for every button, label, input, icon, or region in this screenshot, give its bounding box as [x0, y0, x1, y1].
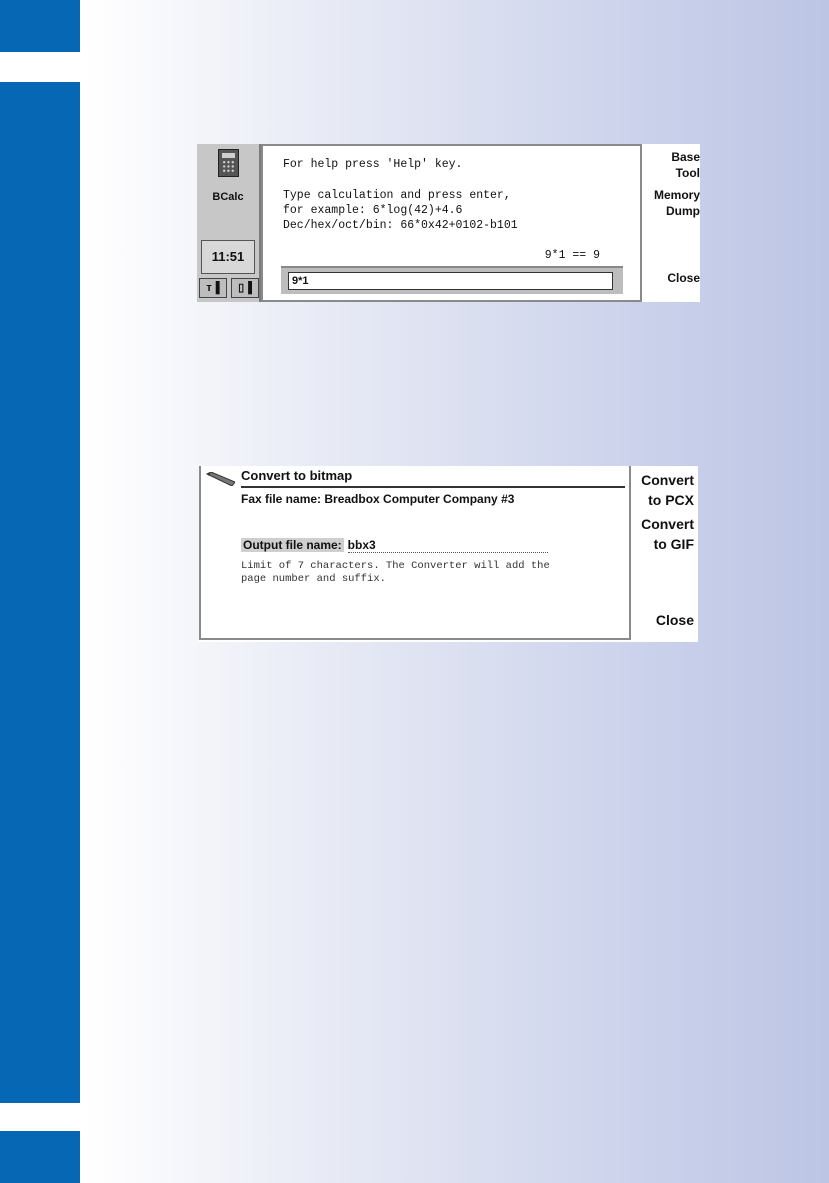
- hint-line: Limit of 7 characters. The Converter wil…: [241, 560, 550, 572]
- output-file-field[interactable]: bbx3: [347, 538, 548, 553]
- app-name: BCalc: [212, 191, 244, 203]
- convert-dialog: Convert to bitmap Fax file name: Breadbo…: [199, 466, 631, 640]
- convert-bitmap-screenshot: Convert to bitmap Fax file name: Breadbo…: [199, 466, 698, 642]
- dump-button[interactable]: Dump: [666, 204, 700, 219]
- base-button[interactable]: Base: [671, 150, 700, 165]
- calc-input[interactable]: 9*1: [288, 272, 613, 290]
- output-file-label: Output file name:: [241, 538, 344, 552]
- convert-to-gif-button[interactable]: Convert to GIF: [641, 514, 694, 554]
- side-bar: [0, 82, 80, 1103]
- side-tab-top: [0, 0, 80, 52]
- fax-file-label: Fax file name:: [241, 492, 322, 506]
- output-hint: Limit of 7 characters. The Converter wil…: [241, 560, 621, 586]
- signal-icon: ᴛ▐: [199, 278, 227, 298]
- help-line: For help press 'Help' key.: [283, 158, 463, 171]
- example-line: for example: 6*log(42)+4.6: [283, 204, 463, 217]
- base-example-line: Dec/hex/oct/bin: 66*0x42+0102-b101: [283, 219, 518, 232]
- close-button[interactable]: Close: [667, 271, 700, 286]
- status-icons: ᴛ▐ ▯▐: [197, 278, 259, 298]
- app-status-pane: BCalc 11:51 ᴛ▐ ▯▐: [197, 144, 261, 302]
- side-tab-bottom: [0, 1131, 80, 1183]
- command-bar: Convert to PCX Convert to GIF Close: [630, 466, 698, 642]
- close-button[interactable]: Close: [656, 610, 694, 630]
- calc-input-bar: 9*1: [281, 266, 623, 294]
- command-bar: Base Tool Memory Dump Close: [640, 144, 700, 302]
- bcalc-screenshot: BCalc 11:51 ᴛ▐ ▯▐ For help press 'Help' …: [197, 144, 700, 302]
- fax-file-row: Fax file name: Breadbox Computer Company…: [241, 492, 514, 506]
- calc-output-pane: For help press 'Help' key. Type calculat…: [261, 144, 642, 302]
- calc-result: 9*1 == 9: [544, 249, 600, 262]
- button-label: to PCX: [648, 492, 694, 508]
- battery-icon: ▯▐: [231, 278, 259, 298]
- pencil-icon: [205, 472, 235, 486]
- tool-button[interactable]: Tool: [676, 166, 700, 181]
- fax-file-value: Breadbox Computer Company #3: [324, 492, 515, 506]
- memory-button[interactable]: Memory: [654, 188, 700, 203]
- calculator-icon: [218, 149, 239, 177]
- convert-to-pcx-button[interactable]: Convert to PCX: [641, 470, 694, 510]
- button-label: Convert: [641, 472, 694, 488]
- output-file-row: Output file name: bbx3: [241, 538, 548, 553]
- title-divider: [241, 486, 625, 488]
- hint-line: page number and suffix.: [241, 573, 386, 585]
- dialog-title: Convert to bitmap: [241, 468, 353, 483]
- clock: 11:51: [201, 240, 255, 274]
- button-label: Convert: [641, 516, 694, 532]
- button-label: to GIF: [653, 536, 694, 552]
- instruction-line: Type calculation and press enter,: [283, 189, 511, 202]
